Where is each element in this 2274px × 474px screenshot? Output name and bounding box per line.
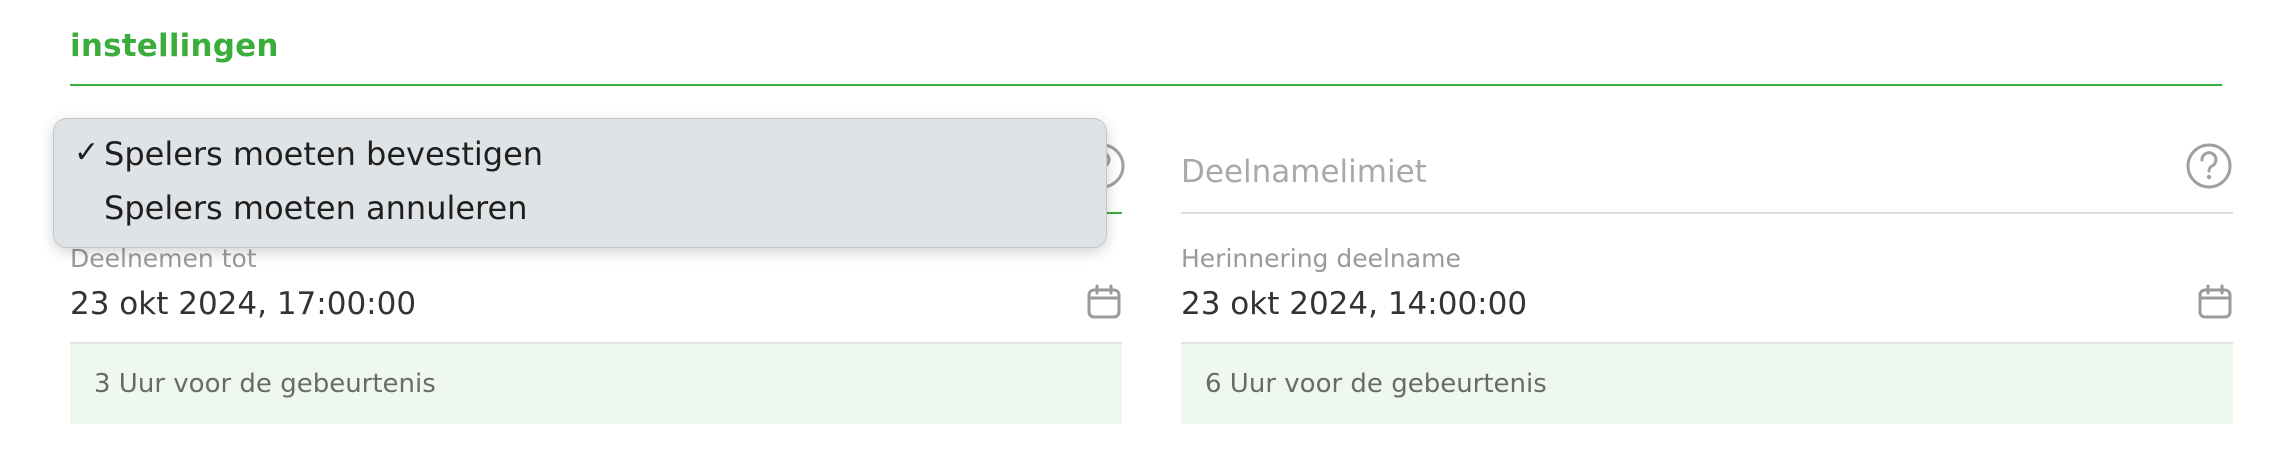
help-icon[interactable] <box>2185 142 2233 190</box>
deadline-info-box: 3 Uur voor de gebeurtenis <box>70 344 1122 424</box>
calendar-icon[interactable] <box>1086 284 1122 320</box>
calendar-icon[interactable] <box>2197 284 2233 320</box>
deadline-input[interactable]: 23 okt 2024, 17:00:00 <box>70 286 416 322</box>
right-column: Deelnamelimiet Herinnering deelname 23 o… <box>1181 120 2233 424</box>
confirmation-mode-menu: ✓ Spelers moeten bevestigen Spelers moet… <box>53 118 1107 248</box>
reminder-input[interactable]: 23 okt 2024, 14:00:00 <box>1181 286 1527 322</box>
reminder-info-box: 6 Uur voor de gebeurtenis <box>1181 344 2233 424</box>
reminder-label: Herinnering deelname <box>1181 244 1461 273</box>
section-divider <box>70 84 2222 86</box>
reminder-info-text: 6 Uur voor de gebeurtenis <box>1205 369 1547 399</box>
menu-item-players-must-confirm[interactable]: Spelers moeten bevestigen <box>104 135 543 173</box>
deadline-label: Deelnemen tot <box>70 244 257 273</box>
section-title: instellingen <box>70 28 279 64</box>
participation-limit-select[interactable]: Deelnamelimiet <box>1181 120 2233 214</box>
participation-limit-placeholder: Deelnamelimiet <box>1181 154 1427 190</box>
deadline-info-text: 3 Uur voor de gebeurtenis <box>94 369 436 399</box>
settings-page: instellingen Deelnemen tot 23 okt 2024, … <box>0 0 2274 474</box>
checkmark-icon: ✓ <box>74 135 100 170</box>
menu-item-players-must-cancel[interactable]: Spelers moeten annuleren <box>104 189 527 227</box>
